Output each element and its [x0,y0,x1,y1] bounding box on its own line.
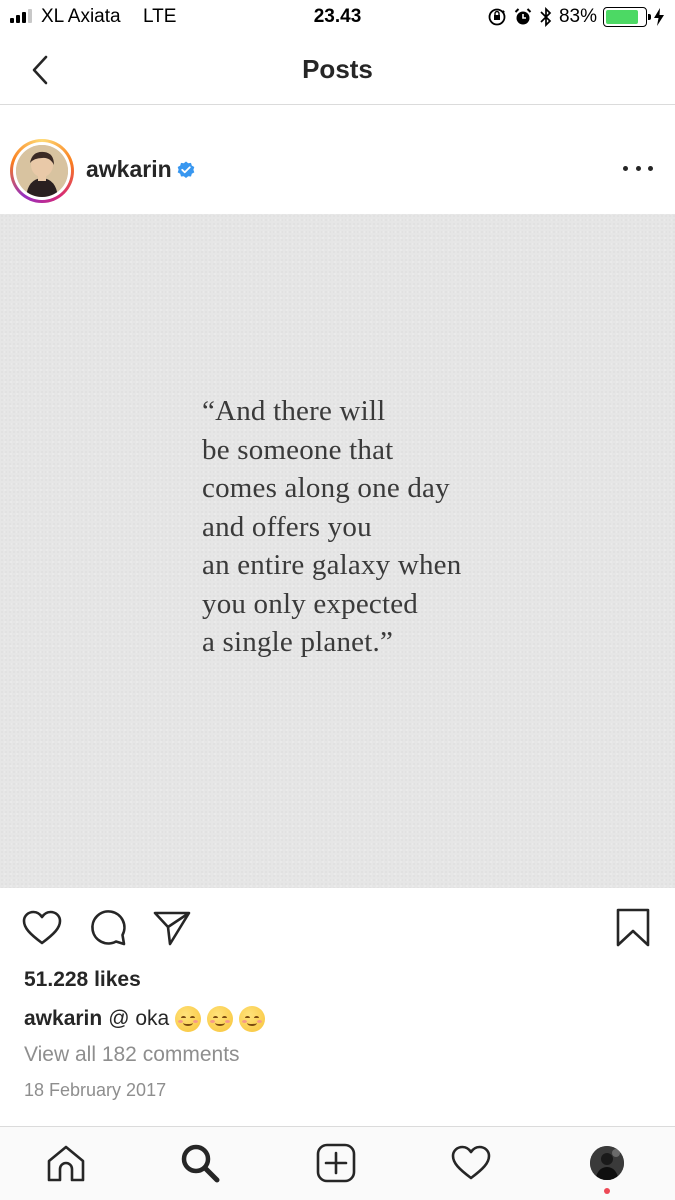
add-post-icon [316,1143,356,1183]
share-button[interactable] [152,908,192,948]
bookmark-icon [616,908,650,947]
home-icon [47,1145,85,1182]
status-right-group: 83% [487,5,665,29]
search-icon [181,1144,220,1183]
save-button[interactable] [613,908,653,948]
charging-bolt-icon [654,8,664,26]
post-username[interactable]: awkarin [86,156,172,183]
tab-new-post[interactable] [314,1141,358,1185]
activity-heart-icon [451,1145,491,1180]
more-options-button[interactable] [623,162,653,174]
tab-home[interactable] [44,1141,88,1185]
notification-dot [604,1188,610,1194]
verified-badge-icon [177,161,195,178]
bluetooth-icon [540,7,552,27]
comment-button[interactable] [88,908,128,948]
page-title: Posts [302,54,373,84]
likes-count[interactable]: 51.228 likes [24,968,141,992]
caption-text: @ oka [108,1007,170,1030]
status-bar: XL Axiata LTE 23.43 83% [0,0,675,36]
avatar-image [16,145,68,197]
relieved-smile-emoji-icon [239,1006,266,1032]
tab-profile[interactable] [585,1141,629,1185]
nav-header: Posts [0,36,675,105]
comment-icon [91,910,126,946]
alarm-icon [514,8,532,25]
heart-icon [22,910,62,945]
battery-fill [606,10,638,24]
profile-avatar [590,1146,624,1180]
post-action-bar [0,888,675,968]
battery-icon [603,7,651,27]
relieved-smile-emoji-icon [207,1006,234,1032]
orientation-lock-icon [488,8,506,26]
avatar[interactable] [10,139,74,203]
post-header: awkarin [0,106,675,214]
post-date: 18 February 2017 [24,1080,167,1100]
share-icon [153,911,191,946]
tab-activity[interactable] [449,1141,493,1185]
tab-search[interactable] [178,1141,222,1185]
post-caption: awkarin @ oka [24,1006,266,1032]
caption-username[interactable]: awkarin [24,1007,102,1031]
post-image-quote: “And there will be someone that comes al… [202,395,462,658]
battery-percent: 83% [558,6,597,27]
like-button[interactable] [22,908,62,948]
view-all-comments-link[interactable]: View all 182 comments [24,1043,240,1067]
bottom-tab-bar [0,1126,675,1200]
relieved-smile-emoji-icon [175,1006,202,1032]
